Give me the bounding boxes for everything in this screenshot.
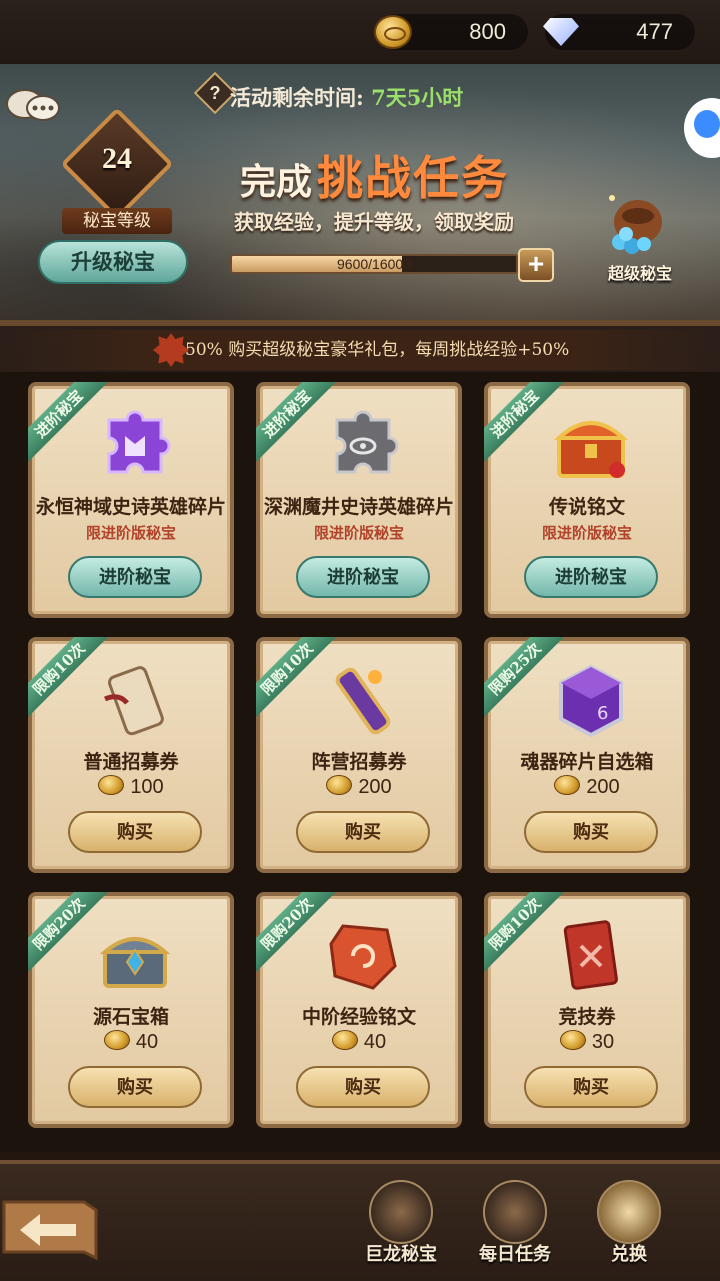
shop-card: 限购20次 源石宝箱 40 购买 [28, 892, 234, 1128]
item-price: 30 [488, 1030, 686, 1054]
shop-grid: 进阶秘宝 永恒神域史诗英雄碎片 限进阶版秘宝 进阶秘宝 进阶秘宝 深渊魔井史诗英… [0, 372, 720, 1152]
item-name: 竞技券 [558, 1006, 616, 1028]
shop-card: 限购10次 阵营招募券 200 购买 [256, 637, 462, 873]
shop-card: 进阶秘宝 传说铭文 限进阶版秘宝 进阶秘宝 [484, 382, 690, 618]
headline-prefix: 完成 [240, 161, 313, 203]
timer-label: 活动剩余时间: [230, 85, 364, 110]
add-exp-button[interactable]: + [518, 248, 554, 282]
item-restriction: 限进阶版秘宝 [85, 524, 176, 542]
nav-daily-tasks[interactable]: 每日任务 [470, 1180, 560, 1276]
item-price: 40 [32, 1030, 230, 1054]
shop-card: 限购20次 中阶经验铭文 40 购买 [256, 892, 462, 1128]
item-price: 40 [260, 1030, 458, 1054]
shop-card: 进阶秘宝 永恒神域史诗英雄碎片 限进阶版秘宝 进阶秘宝 [28, 382, 234, 618]
event-banner: ? 活动剩余时间: 7天5小时 24 秘宝等级 升级秘宝 完成 挑战任务 获取经… [0, 64, 720, 326]
event-timer: 活动剩余时间: 7天5小时 [230, 82, 463, 112]
nav-label: 每日任务 [479, 1244, 551, 1265]
svg-text:6: 6 [597, 703, 608, 724]
nav-label: 巨龙秘宝 [365, 1244, 437, 1265]
promo-text: 购买超级秘宝豪华礼包，每周挑战经验+50% [228, 340, 570, 360]
bottom-nav: 巨龙秘宝 每日任务 兑换 [0, 1160, 720, 1281]
headline-main: 挑战任务 [317, 151, 510, 205]
arena-ticket-icon [563, 920, 618, 990]
advanced-treasure-button[interactable]: 进阶秘宝 [524, 556, 658, 598]
price-value: 100 [130, 776, 164, 798]
faction-scroll-icon [335, 667, 391, 735]
advanced-treasure-button[interactable]: 进阶秘宝 [68, 556, 202, 598]
item-name: 源石宝箱 [92, 1006, 169, 1028]
gold-chest-icon [553, 421, 629, 478]
item-price: 200 [260, 775, 458, 799]
item-name: 阵营招募券 [311, 751, 407, 773]
shop-card: 限购10次 竞技券 30 购买 [484, 892, 690, 1128]
level-emblem: 24 秘宝等级 [42, 107, 188, 234]
item-restriction: 限进阶版秘宝 [313, 524, 404, 542]
item-name: 永恒神域史诗英雄碎片 [35, 496, 226, 518]
price-value: 40 [363, 1031, 387, 1053]
promo-strip[interactable]: +50% 购买超级秘宝豪华礼包，每周挑战经验+50% [0, 330, 720, 370]
item-name: 魂器碎片自选箱 [520, 751, 654, 773]
grey-puzzle-icon [335, 410, 399, 474]
currency-bar: 800 477 [0, 0, 720, 64]
treasure-screen: 800 477 ? 活动剩余时间: 7天5小时 24 秘宝等级 升级秘宝 完成 … [0, 0, 720, 1281]
buy-button[interactable]: 购买 [296, 811, 430, 853]
gold-coin-icon [554, 775, 581, 795]
item-name: 中阶经验铭文 [301, 1006, 416, 1028]
price-value: 30 [591, 1031, 615, 1053]
item-price: 200 [488, 775, 686, 799]
gold-coin-icon [331, 1030, 358, 1050]
price-value: 40 [135, 1031, 159, 1053]
red-rune-icon [329, 924, 397, 990]
item-name: 传说铭文 [548, 496, 625, 518]
gold-coin-icon [98, 775, 125, 795]
dragon-emblem-icon [369, 1180, 433, 1244]
price-value: 200 [358, 776, 392, 798]
timer-value: 7天5小时 [371, 85, 464, 110]
scroll-icon [104, 666, 164, 736]
buy-button[interactable]: 购买 [68, 1066, 202, 1108]
exchange-icon [597, 1180, 661, 1244]
shop-card: 限购10次 普通招募券 100 购买 [28, 637, 234, 873]
exp-progress-bar: 9600/16000 [230, 254, 518, 274]
crossed-swords-icon [483, 1180, 547, 1244]
level-label: 秘宝等级 [62, 208, 172, 234]
super-treasure-icon[interactable] [600, 192, 670, 262]
gold-coin-icon [559, 1030, 586, 1050]
item-name: 普通招募券 [83, 751, 179, 773]
soul-box-icon: 6 [559, 664, 623, 738]
buy-button[interactable]: 购买 [296, 1066, 430, 1108]
item-price: 100 [32, 775, 230, 799]
back-arrow-icon[interactable] [0, 1194, 100, 1264]
buy-button[interactable]: 购买 [524, 811, 658, 853]
buy-button[interactable]: 购买 [524, 1066, 658, 1108]
nav-dragon-treasure[interactable]: 巨龙秘宝 [356, 1180, 446, 1276]
item-restriction: 限进阶版秘宝 [541, 524, 632, 542]
banner-headline: 完成 挑战任务 [240, 142, 509, 208]
advanced-treasure-button[interactable]: 进阶秘宝 [296, 556, 430, 598]
shop-card: 限购25次 6 魂器碎片自选箱 200 购买 [484, 637, 690, 873]
purple-puzzle-icon [107, 410, 171, 474]
nav-label: 兑换 [611, 1244, 647, 1265]
banner-subline: 获取经验，提升等级，领取奖励 [234, 210, 514, 234]
buy-button[interactable]: 购买 [68, 811, 202, 853]
price-value: 200 [586, 776, 620, 798]
gold-coin-icon [326, 775, 353, 795]
shop-card: 进阶秘宝 深渊魔井史诗英雄碎片 限进阶版秘宝 进阶秘宝 [256, 382, 462, 618]
gold-coin-icon [374, 15, 412, 49]
exp-progress-text: 9600/16000 [337, 256, 411, 272]
nav-exchange[interactable]: 兑换 [584, 1180, 674, 1276]
super-treasure-label: 超级秘宝 [607, 264, 672, 283]
chat-icon[interactable] [5, 86, 61, 126]
level-number: 24 [102, 142, 132, 175]
item-name: 深渊魔井史诗英雄碎片 [263, 496, 454, 518]
source-chest-icon [99, 937, 171, 988]
gold-coin-icon [103, 1030, 130, 1050]
upgrade-treasure-button[interactable]: 升级秘宝 [38, 240, 188, 284]
